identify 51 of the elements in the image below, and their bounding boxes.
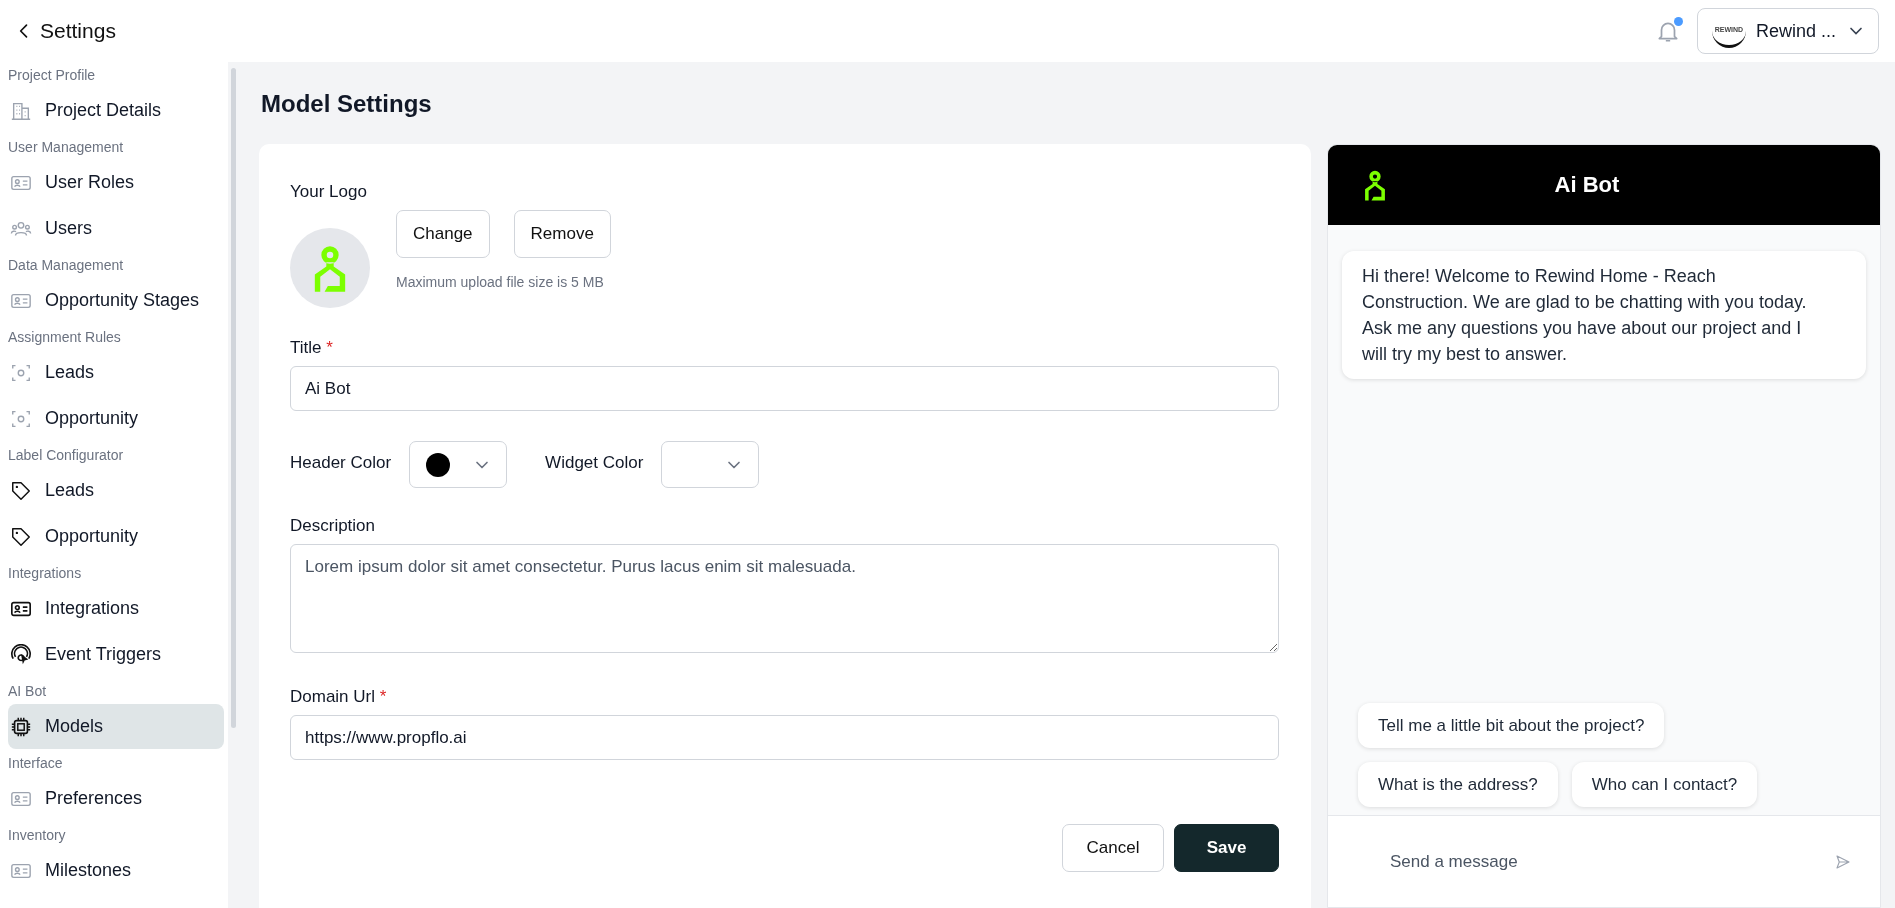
sidebar-item[interactable]: Project Details: [8, 88, 224, 133]
section-label: AI Bot: [8, 682, 48, 701]
field-label: Domain Url *: [290, 687, 388, 707]
section-label: Interface: [8, 754, 64, 773]
required-mark: *: [379, 687, 387, 706]
logo-button[interactable]: Remove: [513, 210, 611, 258]
tag-icon: [10, 479, 32, 502]
section-label: Integrations: [8, 564, 83, 583]
field-label: Widget Color: [545, 452, 644, 473]
sidebar-item[interactable]: Preferences: [8, 776, 224, 821]
back-button[interactable]: Settings: [14, 19, 116, 43]
page-title: Model Settings: [260, 89, 433, 119]
sidebar-item[interactable]: Opportunity: [8, 514, 224, 559]
upload-hint: Maximum upload file size is 5 MB: [396, 274, 605, 290]
chat-message: Hi there! Welcome to Rewind Home - Reach Construction. We are glad to be chatting with you today. Ask me any questions you have about our project and I will try my best to answer.: [1342, 251, 1866, 379]
description-field[interactable]: Lorem ipsum dolor sit amet consectetur. Purus lacus enim sit malesuada.: [290, 544, 1279, 653]
section-label: User Management: [8, 138, 125, 157]
color-select[interactable]: [661, 441, 760, 488]
sidebar-item[interactable]: Users: [8, 206, 224, 251]
suggestion-chip[interactable]: Tell me a little bit about the project?: [1358, 703, 1665, 748]
color-select[interactable]: [409, 441, 508, 488]
suggestion-chip[interactable]: Who can I contact?: [1571, 762, 1758, 807]
sidebar-item[interactable]: User Roles: [8, 160, 224, 205]
sidebar-item[interactable]: Opportunity Stages: [8, 278, 224, 323]
section-label: Project Profile: [8, 66, 97, 85]
field-label: Title *: [290, 338, 334, 358]
field-label: Description: [290, 516, 377, 536]
save-button[interactable]: Save: [1174, 824, 1279, 872]
section-label: Inventory: [8, 826, 67, 845]
field-label: Your Logo: [290, 182, 368, 202]
sidebar-item[interactable]: Models: [8, 704, 224, 749]
chat-title: Ai Bot: [1553, 172, 1621, 198]
sidebar-item[interactable]: Integrations: [8, 586, 224, 631]
sidebar-item[interactable]: Opportunity: [8, 396, 224, 441]
section-label: Data Management: [8, 256, 125, 275]
cancel-button[interactable]: Cancel: [1062, 824, 1164, 872]
sidebar-item[interactable]: Leads: [8, 468, 224, 513]
chip-icon: [10, 715, 32, 738]
field-label: Header Color: [290, 452, 392, 473]
title-field[interactable]: Ai Bot: [290, 366, 1279, 411]
sidebar-item[interactable]: Leads: [8, 350, 224, 395]
required-mark: *: [326, 338, 333, 357]
section-label: Label Configurator: [8, 446, 125, 465]
section-label: Assignment Rules: [8, 328, 122, 347]
logo-button[interactable]: Change: [396, 210, 490, 258]
sidebar-item[interactable]: Event Triggers: [8, 632, 224, 677]
pointer-icon: [10, 643, 32, 666]
sidebar-item[interactable]: Milestones: [8, 848, 224, 893]
tag-icon: [10, 525, 32, 548]
suggestion-chip[interactable]: What is the address?: [1358, 762, 1558, 807]
domain-field[interactable]: https://www.propflo.ai: [290, 715, 1279, 760]
